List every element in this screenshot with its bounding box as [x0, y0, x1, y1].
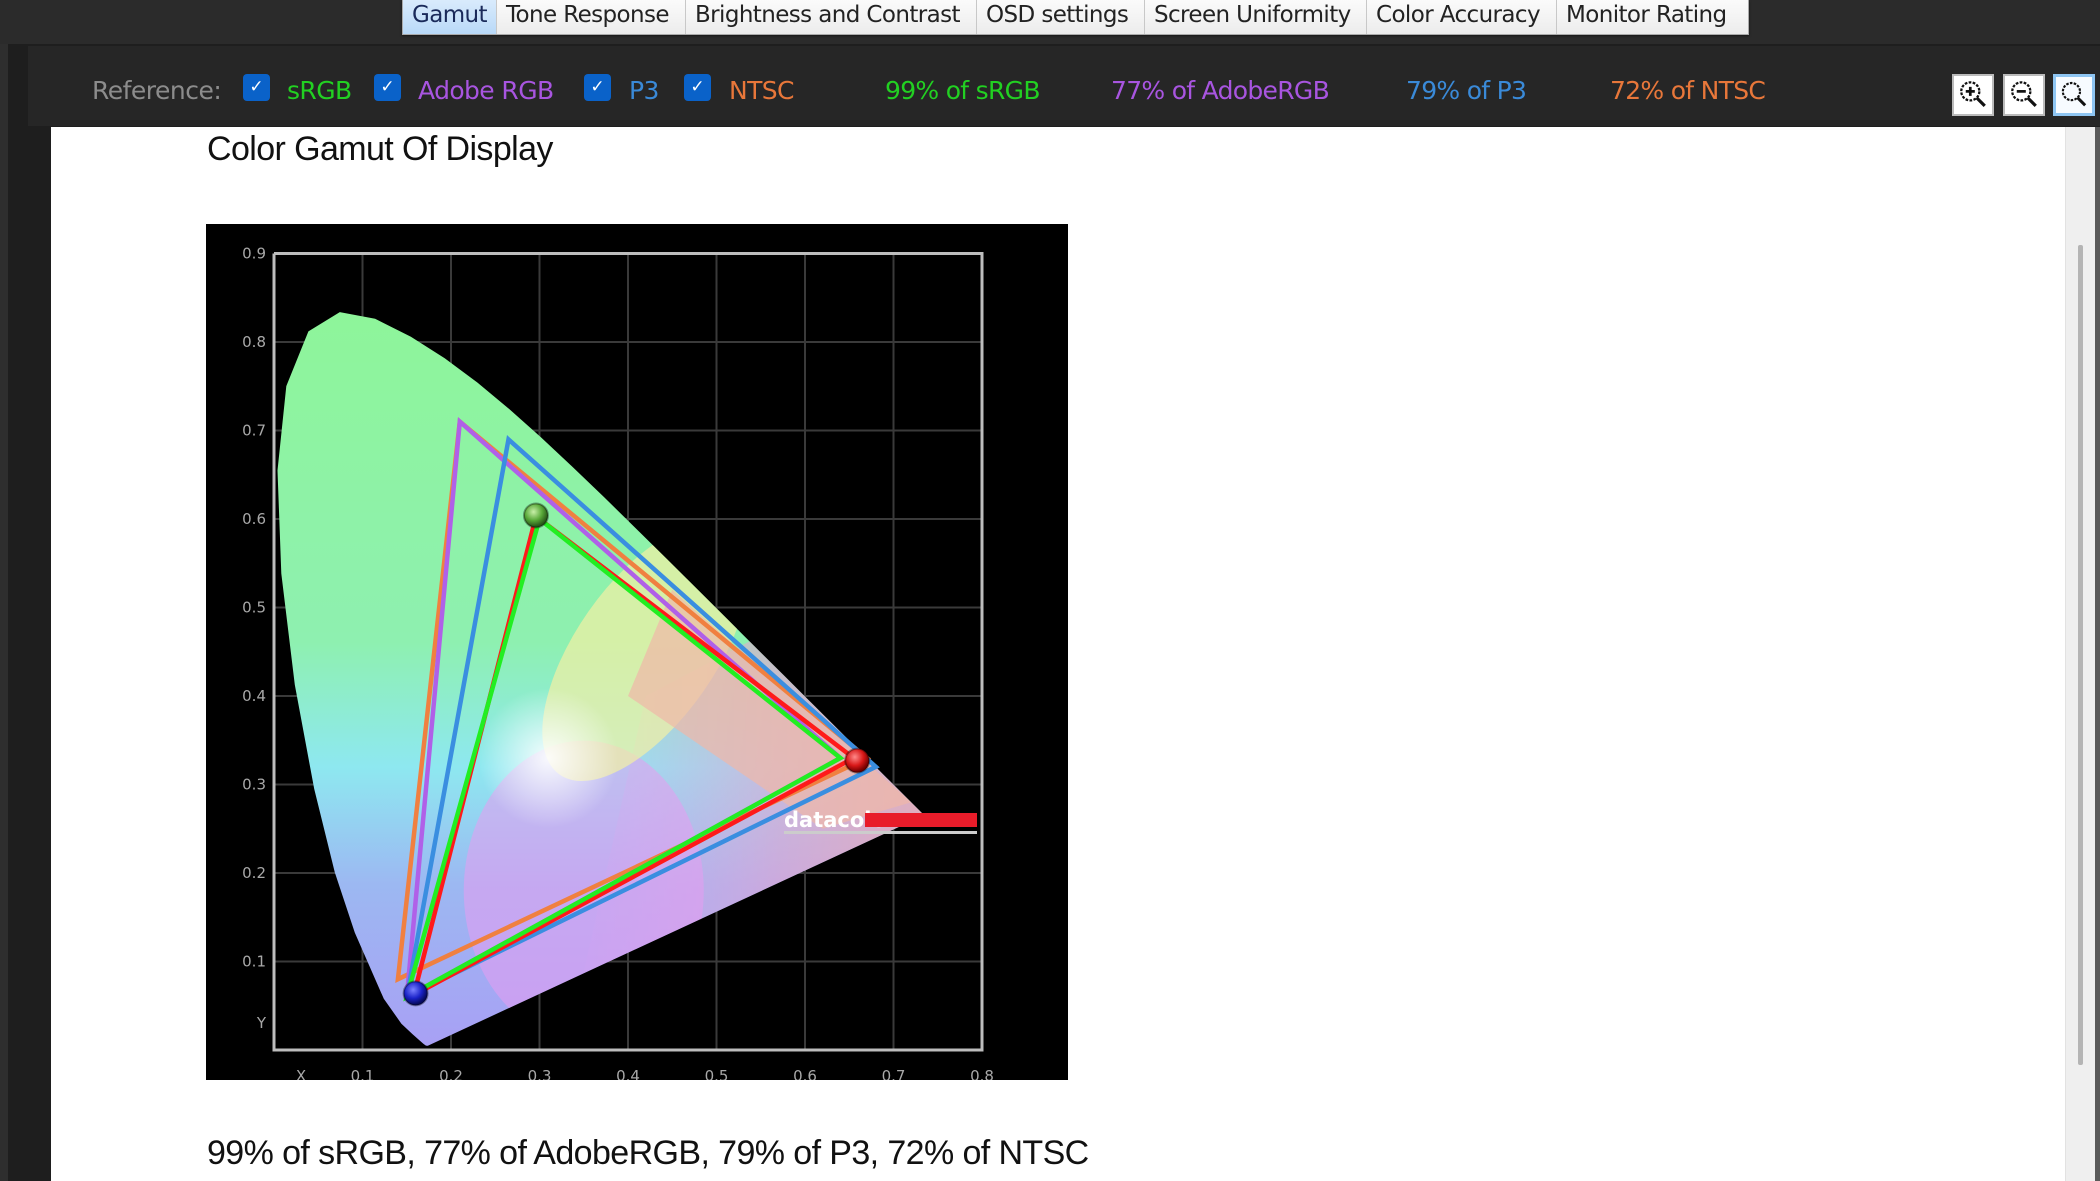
x-tick-label: 0.2: [439, 1067, 463, 1080]
tab-screen-uniformity[interactable]: Screen Uniformity: [1145, 0, 1367, 34]
y-tick-label: 0.4: [242, 687, 266, 705]
p3-checkbox[interactable]: ✓: [584, 74, 611, 101]
zoom-out-icon: [2011, 81, 2037, 107]
tab-monitor-rating[interactable]: Monitor Rating: [1557, 0, 1748, 34]
adobe-rgb-label[interactable]: Adobe RGB: [418, 76, 554, 105]
gamut-chart: 0.1 0.2 0.3 0.4 0.5 0.6 0.7 0.8 X 0.1 0.2 0.3 0.4 0.5…: [206, 224, 1068, 1086]
zoom-out-button[interactable]: [2003, 74, 2045, 116]
y-tick-label: 0.2: [242, 864, 266, 882]
tab-gamut[interactable]: Gamut: [403, 0, 497, 34]
y-tick-label: 0.7: [242, 422, 266, 440]
x-tick-label: 0.1: [351, 1067, 375, 1080]
primary-marker-green: [522, 502, 549, 529]
y-tick-label: 0.9: [242, 245, 266, 263]
zoom-in-button[interactable]: [1952, 74, 1994, 116]
zoom-reset-button[interactable]: [2053, 74, 2095, 116]
window-right-edge: [2095, 127, 2100, 1181]
coverage-caption: 99% of sRGB, 77% of AdobeRGB, 79% of P3,…: [207, 1134, 1089, 1172]
x-tick-label: 0.4: [616, 1067, 640, 1080]
primary-marker-blue: [402, 980, 429, 1007]
tab-osd-settings[interactable]: OSD settings: [977, 0, 1145, 34]
y-tick-label: 0.1: [242, 953, 266, 971]
tab-tone-response[interactable]: Tone Response: [497, 0, 686, 34]
white-point-glow: [478, 687, 619, 828]
adobe-rgb-checkbox[interactable]: ✓: [374, 74, 401, 101]
tab-color-accuracy[interactable]: Color Accuracy: [1367, 0, 1557, 34]
y-axis-label: Y: [256, 1014, 267, 1032]
tab-brightness-contrast[interactable]: Brightness and Contrast: [686, 0, 977, 34]
x-tick-label: 0.3: [528, 1067, 552, 1080]
primary-marker-red: [844, 747, 871, 774]
p3-label[interactable]: P3: [629, 76, 659, 105]
ntsc-label[interactable]: NTSC: [729, 76, 795, 105]
srgb-label[interactable]: sRGB: [287, 76, 352, 105]
datacolor-logo: datacolor: [784, 808, 977, 834]
logo-underline: [784, 831, 977, 834]
srgb-coverage: 99% of sRGB: [885, 76, 1040, 105]
gamut-chart-svg: 0.1 0.2 0.3 0.4 0.5 0.6 0.7 0.8 X 0.1 0.2 0.3 0.4 0.5…: [242, 245, 994, 1086]
x-axis-label: X: [296, 1067, 306, 1080]
x-tick-label: 0.7: [882, 1067, 906, 1080]
spectral-locus: [277, 312, 925, 1046]
zoom-in-icon: [1960, 81, 1986, 107]
y-tick-label: 0.5: [242, 599, 266, 617]
p3-coverage: 79% of P3: [1406, 76, 1527, 105]
srgb-checkbox[interactable]: ✓: [243, 74, 270, 101]
tab-bar: Gamut Tone Response Brightness and Contr…: [402, 0, 1749, 35]
scrollbar-thumb[interactable]: [2078, 245, 2083, 1065]
ntsc-checkbox[interactable]: ✓: [684, 74, 711, 101]
y-tick-label: 0.3: [242, 776, 266, 794]
section-title: Color Gamut Of Display: [207, 130, 553, 168]
ntsc-coverage: 72% of NTSC: [1610, 76, 1766, 105]
logo-bar: [865, 813, 977, 827]
zoom-reset-icon: [2061, 81, 2087, 107]
window-left-edge: [0, 44, 8, 1181]
x-tick-label: 0.5: [705, 1067, 729, 1080]
y-tick-label: 0.6: [242, 510, 266, 528]
x-tick-label: 0.8: [970, 1067, 994, 1080]
reference-label: Reference:: [92, 76, 222, 105]
x-tick-label: 0.6: [793, 1067, 817, 1080]
adobe-rgb-coverage: 77% of AdobeRGB: [1111, 76, 1330, 105]
y-tick-label: 0.8: [242, 333, 266, 351]
